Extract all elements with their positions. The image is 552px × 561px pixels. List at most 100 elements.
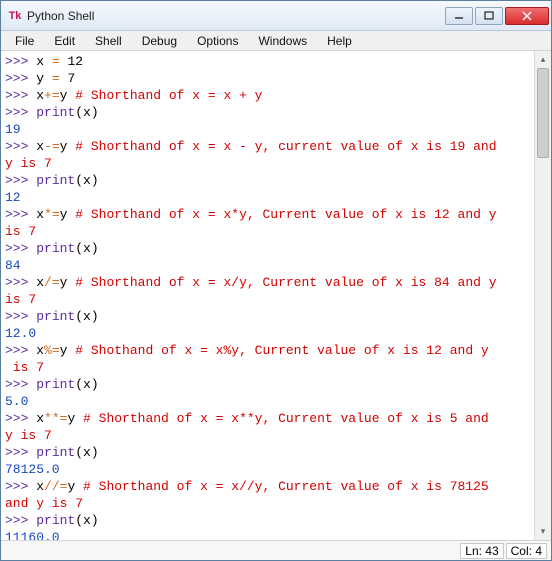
shell-segment: 12.0 [5,326,36,341]
scroll-thumb[interactable] [537,68,549,158]
scroll-down-icon[interactable]: ▾ [535,523,551,540]
shell-segment: x [36,275,44,290]
menu-help[interactable]: Help [317,32,362,50]
shell-line: >>> x/=y # Shorthand of x = x/y, Current… [5,274,530,291]
tk-icon: Tk [7,8,23,24]
shell-segment: y [60,88,76,103]
vertical-scrollbar[interactable]: ▴ ▾ [534,51,551,540]
shell-segment: # Shorthand of x = x*y, Current value of… [75,207,496,222]
shell-line: y is 7 [5,155,530,172]
shell-segment: 11160.0 [5,530,60,540]
shell-segment: **= [44,411,67,426]
shell-segment: x [36,54,52,69]
shell-line: 12.0 [5,325,530,342]
shell-segment: y [60,207,76,222]
shell-segment: >>> [5,309,36,324]
content-wrap: >>> x = 12>>> y = 7>>> x+=y # Shorthand … [1,51,551,540]
shell-content[interactable]: >>> x = 12>>> y = 7>>> x+=y # Shorthand … [1,51,534,540]
shell-line: is 7 [5,359,530,376]
shell-line: >>> print(x) [5,512,530,529]
menu-file[interactable]: File [5,32,44,50]
shell-segment: = [52,54,60,69]
menu-options[interactable]: Options [187,32,248,50]
shell-segment: is 7 [5,224,36,239]
shell-line: >>> print(x) [5,104,530,121]
shell-segment: y is 7 [5,428,52,443]
close-button[interactable] [505,7,549,25]
shell-segment: >>> [5,377,36,392]
shell-segment: x [36,411,44,426]
shell-segment: (x) [75,241,98,256]
shell-segment: (x) [75,377,98,392]
menu-edit[interactable]: Edit [44,32,85,50]
shell-line: 11160.0 [5,529,530,540]
shell-segment: 7 [60,71,76,86]
shell-segment: y [67,411,83,426]
minimize-button[interactable] [445,7,473,25]
shell-segment: >>> [5,241,36,256]
menubar: File Edit Shell Debug Options Windows He… [1,31,551,51]
shell-segment: y [60,275,76,290]
shell-line: >>> print(x) [5,444,530,461]
shell-segment: = [52,71,60,86]
shell-line: >>> x%=y # Shothand of x = x%y, Current … [5,342,530,359]
shell-segment: %= [44,343,60,358]
shell-line: >>> x**=y # Shorthand of x = x**y, Curre… [5,410,530,427]
shell-line: >>> x*=y # Shorthand of x = x*y, Current… [5,206,530,223]
shell-line: >>> print(x) [5,308,530,325]
shell-line: y is 7 [5,427,530,444]
shell-segment: # Shothand of x = x%y, Current value of … [75,343,488,358]
shell-segment: (x) [75,173,98,188]
shell-segment: >>> [5,173,36,188]
shell-segment: x [36,207,44,222]
minimize-icon [454,11,464,21]
shell-segment: x [36,88,44,103]
close-icon [522,11,532,21]
shell-segment: is 7 [5,292,36,307]
shell-segment: >>> [5,139,36,154]
shell-segment: -= [44,139,60,154]
shell-line: >>> x//=y # Shorthand of x = x//y, Curre… [5,478,530,495]
menu-windows[interactable]: Windows [248,32,317,50]
shell-line: 19 [5,121,530,138]
shell-segment: y [60,139,76,154]
shell-segment: is 7 [5,360,44,375]
shell-line: >>> print(x) [5,172,530,189]
menu-debug[interactable]: Debug [132,32,187,50]
shell-segment: print [36,513,75,528]
shell-segment: 84 [5,258,21,273]
shell-segment: >>> [5,445,36,460]
shell-segment: >>> [5,54,36,69]
shell-segment: 12 [60,54,83,69]
shell-line: is 7 [5,223,530,240]
shell-segment: print [36,241,75,256]
shell-segment: >>> [5,479,36,494]
shell-segment: >>> [5,207,36,222]
shell-segment: >>> [5,275,36,290]
scroll-up-icon[interactable]: ▴ [535,51,551,68]
shell-segment: # Shorthand of x = x//y, Current value o… [83,479,489,494]
shell-segment: 5.0 [5,394,28,409]
shell-segment: *= [44,207,60,222]
shell-line: 5.0 [5,393,530,410]
shell-line: 12 [5,189,530,206]
shell-segment: # Shorthand of x = x - y, current value … [75,139,496,154]
shell-segment: x [36,343,44,358]
shell-line: 78125.0 [5,461,530,478]
shell-segment: (x) [75,105,98,120]
shell-segment: and y is 7 [5,496,83,511]
shell-segment: y [67,479,83,494]
shell-segment: print [36,105,75,120]
menu-shell[interactable]: Shell [85,32,132,50]
shell-line: >>> print(x) [5,376,530,393]
shell-segment: y is 7 [5,156,52,171]
shell-segment: # Shorthand of x = x/y, Current value of… [75,275,496,290]
shell-segment: >>> [5,71,36,86]
shell-segment: print [36,309,75,324]
shell-segment: print [36,173,75,188]
shell-line: >>> y = 7 [5,70,530,87]
shell-segment: >>> [5,343,36,358]
maximize-icon [484,11,494,21]
maximize-button[interactable] [475,7,503,25]
shell-segment: >>> [5,411,36,426]
